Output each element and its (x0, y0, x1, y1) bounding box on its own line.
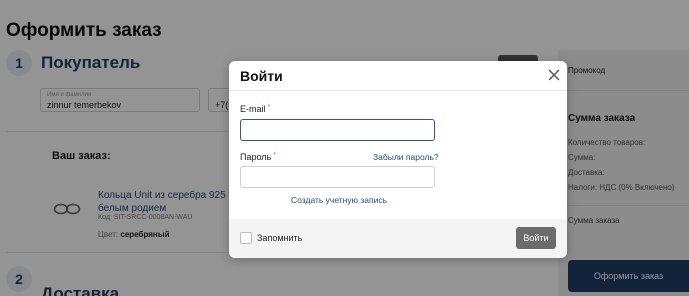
login-modal: Войти E-mail * Пароль * Забыли пароль? Соз… (229, 61, 567, 258)
email-required-mark: * (267, 104, 271, 111)
remember-checkbox[interactable] (240, 232, 252, 244)
close-icon[interactable] (546, 67, 562, 83)
password-required-mark: * (273, 152, 276, 159)
remember-label[interactable]: Запомнить (257, 233, 302, 243)
create-account-link[interactable]: Создать учетную запись (291, 195, 387, 205)
login-submit-button[interactable]: Войти (516, 227, 556, 249)
password-field[interactable] (240, 166, 435, 188)
forgot-password-link[interactable]: Забыли пароль? (373, 152, 439, 162)
email-label: E-mail * (240, 104, 270, 114)
email-field[interactable] (240, 119, 435, 141)
password-label: Пароль * (240, 152, 276, 162)
email-label-text: E-mail (240, 104, 266, 114)
modal-title: Войти (240, 68, 283, 84)
modal-footer: Запомнить Войти (229, 219, 567, 258)
modal-header-divider (229, 90, 567, 91)
password-label-text: Пароль (240, 152, 272, 162)
